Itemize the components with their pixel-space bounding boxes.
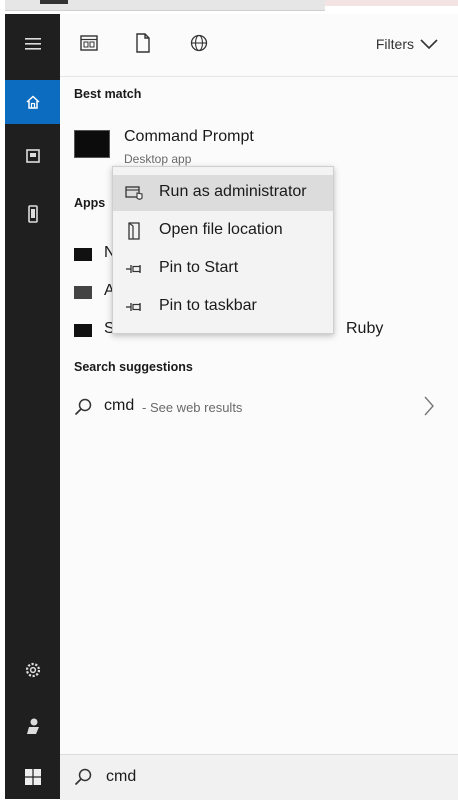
- device-icon: [27, 205, 38, 223]
- app-name-suffix: Ruby: [346, 320, 384, 337]
- search-bar[interactable]: cmd: [60, 754, 458, 800]
- web-filter-button[interactable]: [188, 32, 210, 54]
- pin-icon: [125, 260, 143, 278]
- home-icon: [25, 95, 40, 109]
- globe-icon: [190, 34, 208, 52]
- menu-button[interactable]: [5, 22, 60, 66]
- menu-item-label: Run as administrator: [159, 183, 307, 200]
- suggestion-hint: - See web results: [142, 400, 243, 415]
- filter-toolbar: Filters: [60, 14, 458, 77]
- start-sidebar: [5, 14, 60, 799]
- run-as-admin-icon: [125, 184, 143, 202]
- menu-item-label: Pin to Start: [159, 259, 239, 276]
- pin-to-taskbar-item[interactable]: Pin to taskbar: [113, 289, 333, 325]
- user-icon: [26, 718, 39, 734]
- apps-filter-button[interactable]: [78, 32, 100, 54]
- user-button[interactable]: [5, 704, 60, 748]
- context-menu: Run as administrator Open file location …: [112, 166, 334, 334]
- command-prompt-icon: [74, 130, 110, 158]
- app-icon: [74, 248, 92, 261]
- windows-start-button[interactable]: [5, 755, 60, 799]
- pin-icon: [125, 298, 143, 316]
- menu-icon: [24, 38, 41, 50]
- open-file-location-item[interactable]: Open file location: [113, 213, 333, 249]
- apps-icon: [80, 35, 98, 51]
- best-match-heading: Best match: [74, 87, 142, 101]
- chevron-right-icon: [424, 396, 434, 416]
- search-icon: [74, 768, 92, 786]
- device-button[interactable]: [5, 192, 60, 236]
- best-match-name: Command Prompt: [124, 128, 254, 145]
- settings-button[interactable]: [5, 648, 60, 692]
- search-results-panel: Filters Best match Command Prompt Deskto…: [60, 14, 458, 799]
- chevron-down-icon: [420, 39, 438, 49]
- settings-icon: [25, 662, 40, 678]
- run-as-administrator-item[interactable]: Run as administrator: [113, 175, 333, 211]
- documents-icon: [25, 149, 40, 163]
- windows-start-icon: [24, 769, 41, 785]
- filters-dropdown[interactable]: Filters: [376, 36, 438, 52]
- search-suggestions-heading: Search suggestions: [74, 360, 193, 374]
- web-suggestion[interactable]: cmd - See web results: [74, 392, 454, 422]
- suggestion-query: cmd: [104, 397, 135, 414]
- menu-item-label: Open file location: [159, 221, 283, 238]
- top-strip: [0, 0, 458, 14]
- filters-label: Filters: [375, 36, 414, 52]
- documents-button[interactable]: [5, 134, 60, 178]
- tab-strip-right: [325, 0, 458, 6]
- documents-filter-button[interactable]: [132, 32, 154, 54]
- home-button[interactable]: [5, 80, 60, 124]
- app-icon: [74, 286, 92, 299]
- app-icon: [74, 324, 92, 337]
- menu-item-label: Pin to taskbar: [159, 297, 257, 314]
- search-input[interactable]: cmd: [106, 768, 136, 786]
- search-icon: [74, 398, 92, 416]
- pin-to-start-item[interactable]: Pin to Start: [113, 251, 333, 287]
- document-icon: [136, 33, 150, 53]
- best-match-subtitle: Desktop app: [124, 152, 192, 166]
- tab-marker: [40, 0, 68, 4]
- apps-heading: Apps: [74, 196, 106, 210]
- open-file-location-icon: [125, 222, 143, 240]
